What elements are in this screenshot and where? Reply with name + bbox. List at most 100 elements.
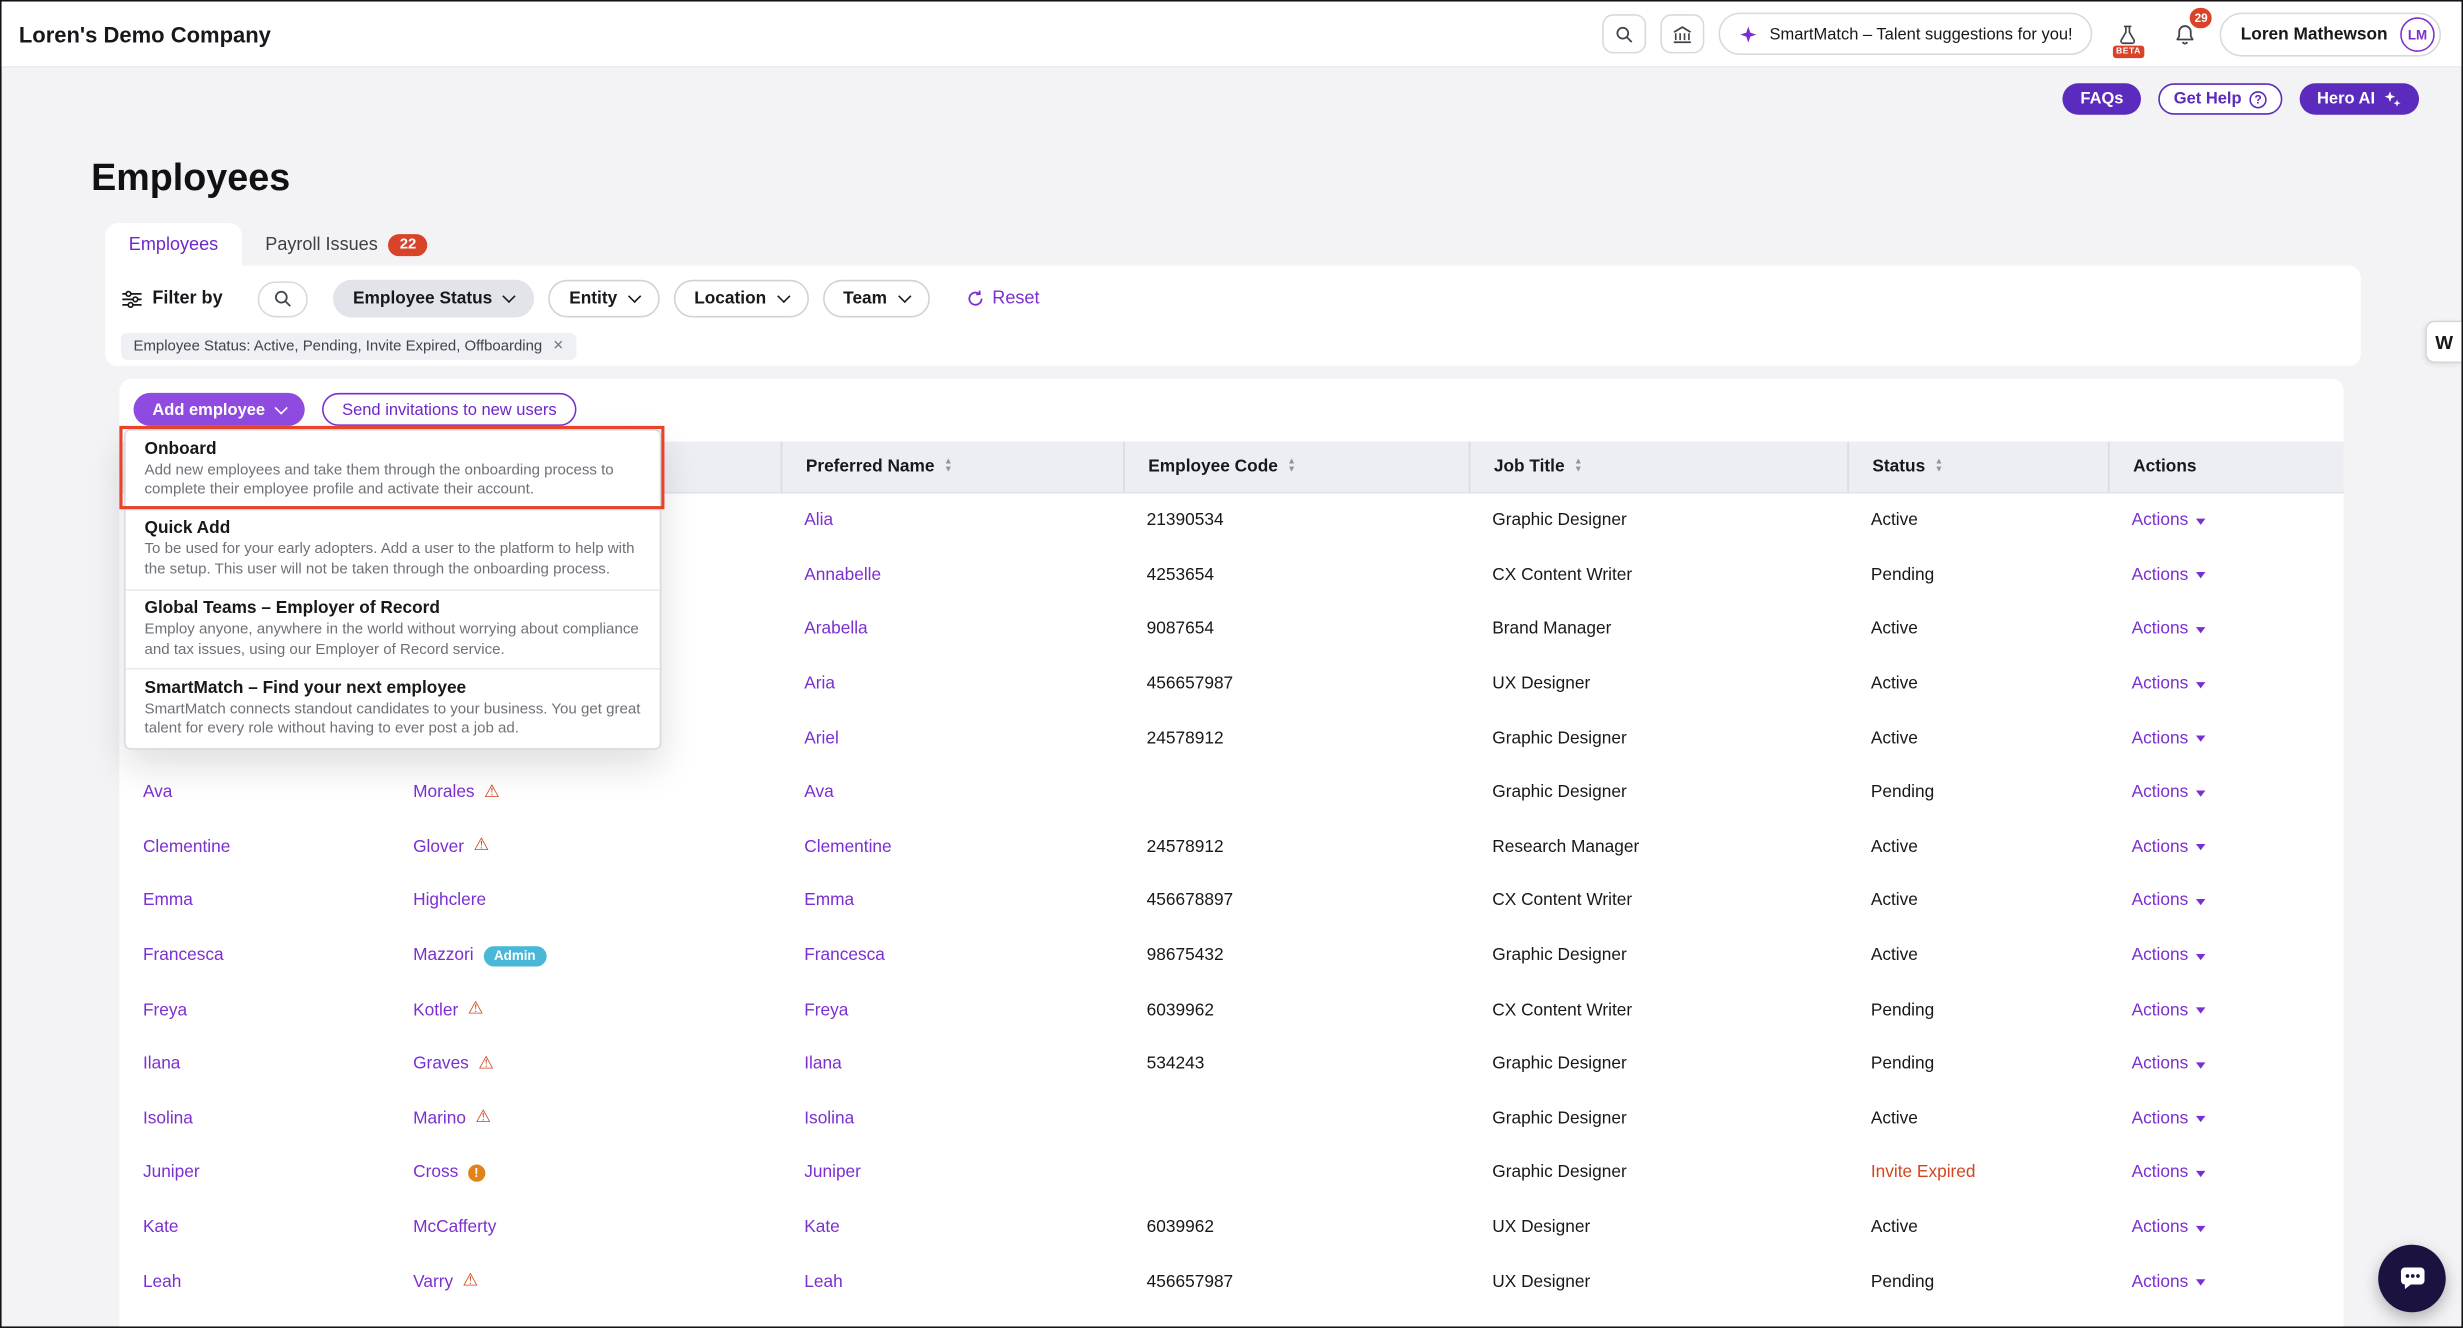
job-title-cell: Research Manager [1469, 837, 1848, 856]
col-header-status[interactable]: Status [1847, 442, 2108, 492]
last-name-link[interactable]: Cross [413, 1164, 458, 1183]
first-name-link[interactable]: Juniper [143, 1164, 200, 1183]
last-name-link[interactable]: McCafferty [413, 1218, 496, 1237]
tab-payroll-issues[interactable]: Payroll Issues 22 [242, 223, 451, 265]
preferred-name-link[interactable]: Aria [804, 674, 835, 693]
last-name-link[interactable]: Mazzori [413, 946, 474, 965]
preferred-name-link[interactable]: Annabelle [804, 566, 881, 585]
row-actions-button[interactable]: Actions [2132, 1272, 2206, 1291]
employee-code-cell: 456657987 [1123, 674, 1469, 693]
row-actions-button[interactable]: Actions [2132, 1109, 2206, 1128]
row-actions-button[interactable]: Actions [2132, 729, 2206, 748]
global-search-button[interactable] [1603, 14, 1647, 53]
first-name-link[interactable]: Clementine [143, 837, 230, 856]
col-header-preferred-name[interactable]: Preferred Name [781, 442, 1123, 492]
sort-icon[interactable] [1935, 459, 1944, 475]
get-help-button[interactable]: Get Help ? [2158, 83, 2282, 114]
preferred-name-link[interactable]: Ariel [804, 729, 839, 748]
row-actions-button[interactable]: Actions [2132, 783, 2206, 802]
employee-code-cell: 24578912 [1123, 729, 1469, 748]
caret-down-icon [2196, 1171, 2205, 1177]
row-actions-button[interactable]: Actions [2132, 1218, 2206, 1237]
employee-code-cell: 456657987 [1123, 1272, 1469, 1291]
preferred-name-link[interactable]: Arabella [804, 620, 867, 639]
notifications-button[interactable]: 29 [2164, 13, 2206, 55]
preferred-name-link[interactable]: Freya [804, 1001, 848, 1020]
preferred-name-link[interactable]: Francesca [804, 946, 885, 965]
first-name-link[interactable]: Freya [143, 1001, 187, 1020]
filter-by-label: Filter by [121, 288, 223, 308]
preferred-name-link[interactable]: Kate [804, 1218, 840, 1237]
row-actions-button[interactable]: Actions [2132, 892, 2206, 911]
preferred-name-link[interactable]: Emma [804, 892, 854, 911]
hero-ai-button[interactable]: Hero AI [2300, 83, 2419, 114]
first-name-link[interactable]: Francesca [143, 946, 224, 965]
entity-filter[interactable]: Entity [549, 280, 660, 318]
first-name-link[interactable]: Emma [143, 892, 193, 911]
preferred-name-link[interactable]: Juniper [804, 1164, 861, 1183]
last-name-link[interactable]: Varry [413, 1272, 453, 1291]
row-actions-button[interactable]: Actions [2132, 674, 2206, 693]
preferred-name-link[interactable]: Ava [804, 783, 833, 802]
search-filter-button[interactable] [257, 281, 307, 317]
row-actions-button[interactable]: Actions [2132, 511, 2206, 530]
row-actions-button[interactable]: Actions [2132, 620, 2206, 639]
send-invitations-button[interactable]: Send invitations to new users [322, 393, 577, 426]
reset-filters-button[interactable]: Reset [966, 289, 1040, 308]
last-name-link[interactable]: Marino [413, 1109, 466, 1128]
employee-code-cell: 4253654 [1123, 566, 1469, 585]
tab-employees-label: Employees [129, 235, 218, 254]
caret-down-icon [2196, 899, 2205, 905]
last-name-link[interactable]: Kotler [413, 1001, 458, 1020]
side-widget-tab[interactable]: W [2425, 321, 2461, 363]
row-actions-button[interactable]: Actions [2132, 1164, 2206, 1183]
add-employee-menu: Onboard Add new employees and take them … [124, 429, 661, 750]
job-title-cell: Brand Manager [1469, 620, 1848, 639]
menu-item-description: To be used for your early adopters. Add … [145, 541, 641, 580]
preferred-name-link[interactable]: Alia [804, 511, 833, 530]
row-actions-button[interactable]: Actions [2132, 1055, 2206, 1074]
menu-item-onboard[interactable]: Onboard Add new employees and take them … [126, 431, 660, 511]
row-actions-button[interactable]: Actions [2132, 1001, 2206, 1020]
location-filter[interactable]: Location [674, 280, 809, 318]
menu-item-global-teams[interactable]: Global Teams – Employer of Record Employ… [126, 590, 660, 670]
row-actions-button[interactable]: Actions [2132, 566, 2206, 585]
tab-employees[interactable]: Employees [105, 223, 241, 265]
menu-item-smartmatch[interactable]: SmartMatch – Find your next employee Sma… [126, 670, 660, 748]
sort-icon[interactable] [1574, 459, 1583, 475]
organisation-button[interactable] [1661, 14, 1705, 53]
chat-launcher-button[interactable] [2378, 1245, 2446, 1313]
status-cell: Active [1847, 729, 2108, 748]
last-name-link[interactable]: Highclere [413, 892, 486, 911]
sort-icon[interactable] [944, 459, 953, 475]
status-cell: Active [1847, 511, 2108, 530]
last-name-link[interactable]: Glover [413, 837, 464, 856]
col-header-job-title[interactable]: Job Title [1469, 442, 1848, 492]
preferred-name-link[interactable]: Ilana [804, 1055, 841, 1074]
row-actions-button[interactable]: Actions [2132, 946, 2206, 965]
first-name-link[interactable]: Leah [143, 1272, 181, 1291]
row-actions-button[interactable]: Actions [2132, 837, 2206, 856]
first-name-link[interactable]: Ilana [143, 1055, 180, 1074]
first-name-link[interactable]: Ava [143, 783, 172, 802]
faqs-button[interactable]: FAQs [2063, 83, 2141, 114]
smartmatch-button[interactable]: SmartMatch – Talent suggestions for you! [1719, 13, 2093, 55]
team-filter[interactable]: Team [823, 280, 930, 318]
add-employee-button[interactable]: Add employee [134, 393, 305, 426]
first-name-link[interactable]: Kate [143, 1218, 179, 1237]
remove-filter-button[interactable]: × [553, 338, 563, 355]
preferred-name-link[interactable]: Isolina [804, 1109, 854, 1128]
sort-icon[interactable] [1287, 459, 1296, 475]
preferred-name-link[interactable]: Leah [804, 1272, 842, 1291]
employee-status-filter[interactable]: Employee Status [333, 280, 535, 318]
beta-feature-button[interactable]: BETA [2107, 13, 2149, 55]
page-title: Employees [91, 157, 290, 201]
last-name-link[interactable]: Graves [413, 1055, 469, 1074]
status-cell: Pending [1847, 783, 2108, 802]
preferred-name-link[interactable]: Clementine [804, 837, 891, 856]
first-name-link[interactable]: Isolina [143, 1109, 193, 1128]
user-menu-button[interactable]: Loren Mathewson LM [2220, 12, 2441, 56]
col-header-employee-code[interactable]: Employee Code [1123, 442, 1469, 492]
last-name-link[interactable]: Morales [413, 783, 474, 802]
menu-item-quick-add[interactable]: Quick Add To be used for your early adop… [126, 510, 660, 590]
